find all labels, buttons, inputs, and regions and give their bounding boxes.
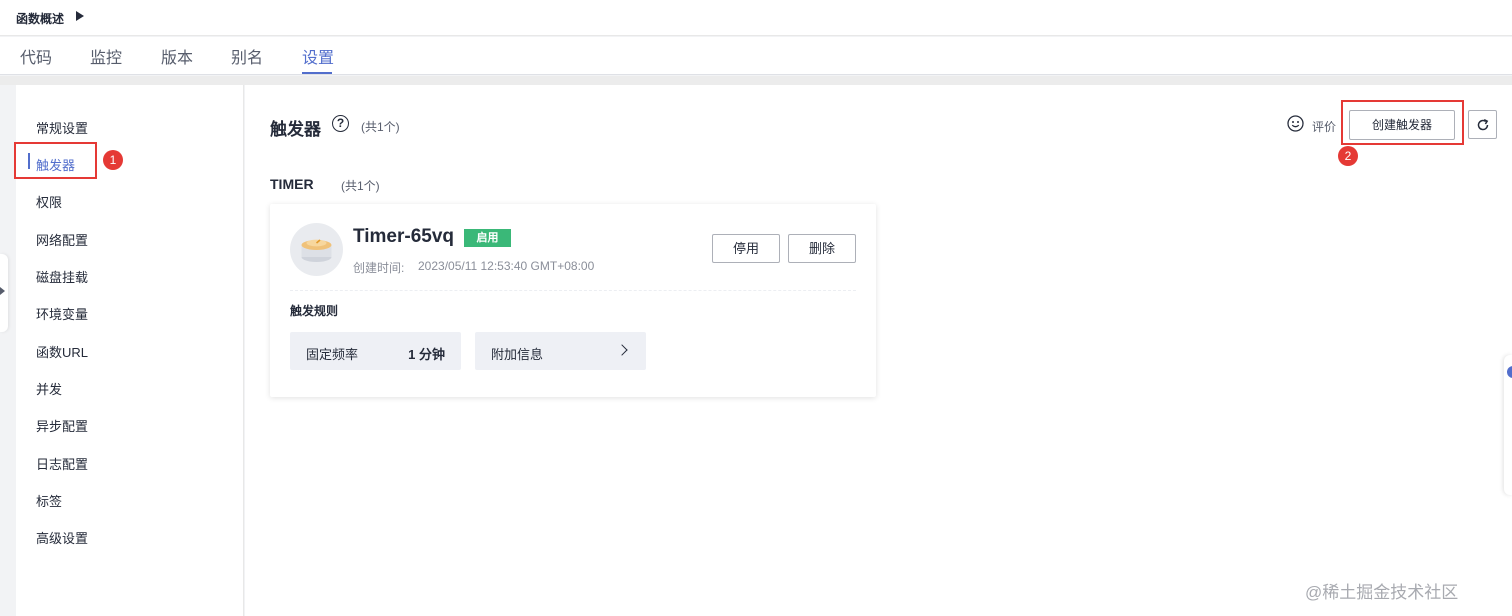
extra-info-button[interactable]: 附加信息: [475, 332, 646, 370]
chevron-right-icon: [616, 344, 628, 356]
active-tab-indicator: [302, 72, 332, 74]
tab-monitor[interactable]: 监控: [90, 44, 122, 68]
smile-icon[interactable]: [1287, 115, 1304, 137]
trigger-name: Timer-65vq: [353, 226, 455, 247]
trigger-count: (共1个): [361, 120, 400, 134]
divider-strip: [0, 76, 1512, 85]
card-divider: [290, 290, 856, 291]
refresh-button[interactable]: [1468, 110, 1497, 139]
annotation-badge-1: 1: [103, 150, 123, 170]
sidebar-item-general[interactable]: 常规设置: [36, 118, 88, 137]
tab-versions[interactable]: 版本: [161, 44, 193, 68]
create-trigger-button[interactable]: 创建触发器: [1349, 110, 1455, 140]
sidebar-item-env-vars[interactable]: 环境变量: [36, 304, 88, 323]
timer-icon: [290, 223, 343, 276]
question-circle-icon[interactable]: ?: [332, 115, 349, 132]
rule-frequency: 固定频率 1 分钟: [290, 332, 461, 370]
delete-button[interactable]: 删除: [788, 234, 856, 263]
panel-indicator-icon: [1507, 366, 1512, 378]
tab-code[interactable]: 代码: [20, 44, 52, 68]
settings-sidebar: 常规设置 触发器 1 权限 网络配置 磁盘挂载 环境变量 函数URL 并发 异步…: [14, 85, 244, 616]
section-title: TIMER: [270, 176, 314, 192]
feedback-link[interactable]: 评价: [1312, 118, 1336, 135]
status-badge: 启用: [464, 229, 511, 247]
trigger-rule-label: 触发规则: [290, 304, 339, 318]
extra-info-label: 附加信息: [491, 347, 544, 362]
sidebar-item-concurrency[interactable]: 并发: [36, 379, 62, 398]
watermark: @稀土掘金技术社区: [1305, 583, 1459, 602]
sidebar-item-permissions[interactable]: 权限: [36, 192, 62, 211]
sidebar-item-tags[interactable]: 标签: [36, 491, 62, 510]
top-bar: 函数概述: [0, 0, 1512, 36]
rule-frequency-value: 1 分钟: [408, 347, 445, 362]
disable-button[interactable]: 停用: [712, 234, 780, 263]
tab-bar: 代码 监控 版本 别名 设置: [0, 37, 1512, 75]
page-title: 触发器: [270, 120, 321, 139]
tab-settings[interactable]: 设置: [302, 44, 334, 68]
annotation-badge-2: 2: [1338, 146, 1358, 166]
sidebar-item-function-url[interactable]: 函数URL: [36, 342, 88, 361]
sidebar-item-async[interactable]: 异步配置: [36, 416, 88, 435]
caret-right-icon[interactable]: [76, 11, 84, 21]
rule-frequency-label: 固定频率: [306, 347, 359, 362]
created-time-value: 2023/05/11 12:53:40 GMT+08:00: [418, 259, 595, 273]
sidebar-item-logging[interactable]: 日志配置: [36, 454, 88, 473]
refresh-icon: [1477, 118, 1489, 131]
breadcrumb[interactable]: 函数概述: [16, 10, 64, 27]
created-time-label: 创建时间:: [353, 261, 405, 275]
collapse-arrow-icon: [0, 287, 5, 295]
tab-aliases[interactable]: 别名: [231, 44, 263, 68]
section-count: (共1个): [341, 179, 380, 193]
trigger-card: Timer-65vq 启用 创建时间: 2023/05/11 12:53:40 …: [270, 204, 876, 397]
annotation-box-1: [14, 142, 97, 179]
main-panel: 触发器 ? (共1个) 评价 创建触发器 2 TIMER (共1个) Timer…: [245, 85, 1512, 616]
sidebar-item-disk-mount[interactable]: 磁盘挂载: [36, 267, 88, 286]
sidebar-item-network[interactable]: 网络配置: [36, 230, 88, 249]
sidebar-item-advanced[interactable]: 高级设置: [36, 528, 88, 547]
